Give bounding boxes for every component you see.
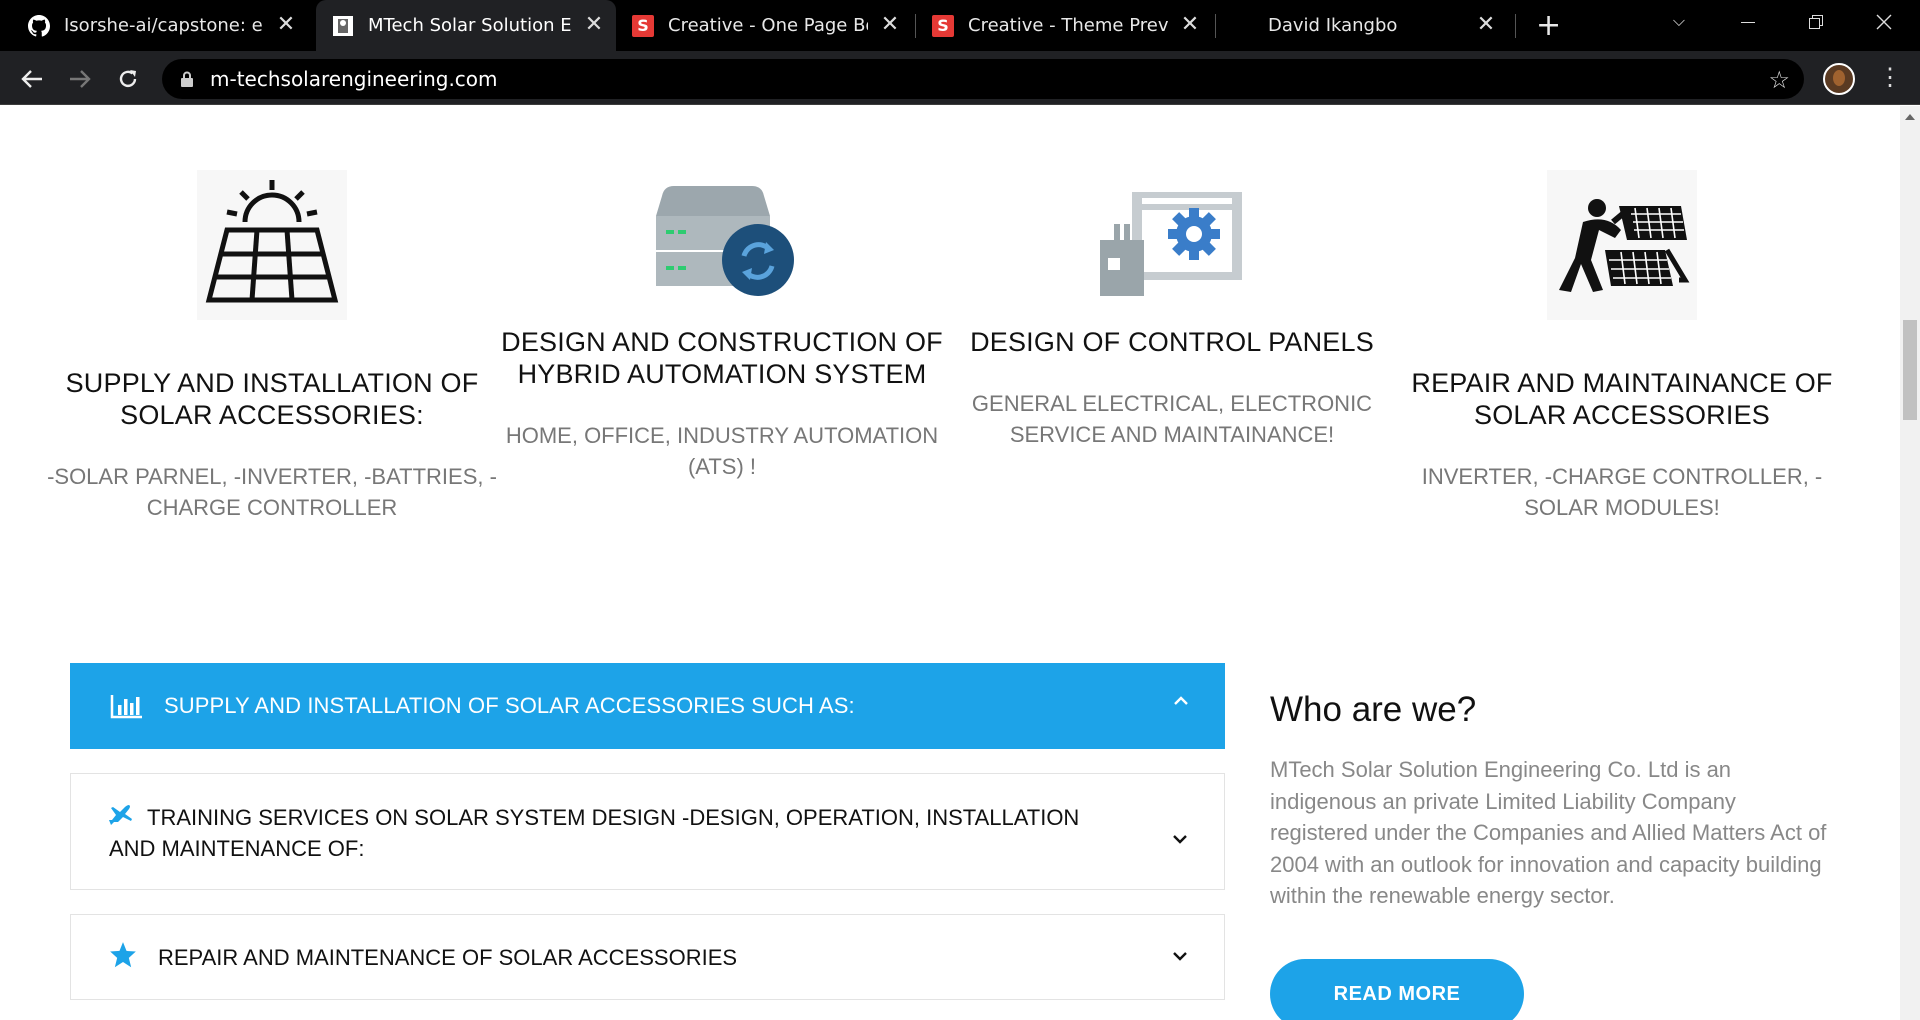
tab-title: Isorshe-ai/capstone: eHA (64, 15, 264, 36)
chevron-down-icon (1173, 952, 1187, 961)
site-favicon (332, 15, 354, 37)
service-title: REPAIR AND MAINTAINANCE OF SOLAR ACCESSO… (1411, 368, 1833, 430)
avatar[interactable] (1823, 63, 1855, 95)
back-icon[interactable] (14, 61, 50, 97)
tab-title: Creative - One Page Boot (668, 15, 868, 36)
reload-icon[interactable] (110, 61, 146, 97)
service-description: INVERTER, -CHARGE CONTROLLER, -SOLAR MOD… (1421, 464, 1823, 520)
accordion-header-repair[interactable]: REPAIR AND MAINTENANCE OF SOLAR ACCESSOR… (70, 914, 1225, 1000)
browser-toolbar: m-techsolarengineering.com ☆ ⋮ (0, 51, 1920, 105)
service-title: DESIGN AND CONSTRUCTION OF HYBRID AUTOMA… (501, 327, 943, 389)
address-bar[interactable]: m-techsolarengineering.com ☆ (162, 59, 1804, 99)
service-card-control-panels: DESIGN OF CONTROL PANELS GENERAL ELECTRI… (947, 170, 1397, 450)
service-card-solar-supply: SUPPLY AND INSTALLATION OF SOLAR ACCESSO… (47, 170, 497, 523)
tab-search-chevron-icon[interactable]: ⌵ (1651, 0, 1707, 44)
url-text: m-techsolarengineering.com (210, 67, 498, 91)
tab-github[interactable]: Isorshe-ai/capstone: eHA ✕ (28, 0, 308, 51)
scrollbar-thumb[interactable] (1903, 320, 1917, 420)
bar-chart-icon (110, 695, 142, 719)
server-sync-icon (642, 170, 802, 320)
star-icon (110, 942, 136, 968)
close-tab-icon[interactable]: ✕ (1178, 13, 1202, 37)
read-more-button[interactable]: READ MORE (1270, 959, 1524, 1020)
accordion-label: TRAINING SERVICES ON SOLAR SYSTEM DESIGN… (109, 805, 1080, 861)
chevron-up-icon (1174, 696, 1188, 705)
s-favicon: S (932, 14, 954, 37)
tab-separator (1215, 14, 1216, 38)
close-tab-icon[interactable]: ✕ (878, 13, 902, 37)
page-scrollbar[interactable] (1900, 106, 1920, 1020)
tab-separator (915, 14, 916, 38)
accordion-label: REPAIR AND MAINTENANCE OF SOLAR ACCESSOR… (158, 945, 738, 970)
s-favicon: S (632, 14, 654, 37)
github-icon (28, 14, 50, 37)
service-card-hybrid-automation: DESIGN AND CONSTRUCTION OF HYBRID AUTOMA… (497, 170, 947, 482)
close-tab-icon[interactable]: ✕ (1474, 13, 1498, 37)
bookmark-star-icon[interactable]: ☆ (1768, 66, 1790, 95)
tab-separator (1515, 14, 1516, 38)
service-card-solar-repair: REPAIR AND MAINTAINANCE OF SOLAR ACCESSO… (1397, 170, 1847, 523)
accordion-label: SUPPLY AND INSTALLATION OF SOLAR ACCESSO… (164, 693, 855, 718)
restore-icon[interactable] (1788, 0, 1844, 44)
chevron-down-icon (1173, 835, 1187, 844)
close-tab-icon[interactable]: ✕ (274, 13, 298, 37)
accordion-header-supply[interactable]: SUPPLY AND INSTALLATION OF SOLAR ACCESSO… (70, 663, 1225, 749)
service-description: HOME, OFFICE, INDUSTRY AUTOMATION (ATS) … (505, 423, 939, 479)
service-title: DESIGN OF CONTROL PANELS (970, 327, 1374, 357)
tab-title: Creative - Theme Preview (968, 15, 1168, 36)
solar-panel-icon (192, 170, 352, 320)
minimize-icon[interactable] (1720, 0, 1776, 44)
tab-david[interactable]: David Ikangbo ✕ (1268, 0, 1508, 51)
new-tab-button[interactable]: + (1536, 0, 1566, 51)
more-menu-icon[interactable]: ⋮ (1878, 63, 1902, 93)
tab-mtech[interactable]: MTech Solar Solution Engi ✕ (316, 0, 616, 51)
tab-creative-preview[interactable]: S Creative - Theme Preview ✕ (932, 0, 1212, 51)
plus-icon: + (1536, 8, 1562, 43)
close-window-icon[interactable] (1856, 0, 1912, 44)
tab-title: MTech Solar Solution Engi (368, 15, 573, 36)
about-section: Who are we? MTech Solar Solution Enginee… (1270, 690, 1830, 912)
page-viewport: SUPPLY AND INSTALLATION OF SOLAR ACCESSO… (0, 106, 1900, 1020)
service-description: GENERAL ELECTRICAL, ELECTRONIC SERVICE A… (971, 391, 1373, 447)
service-title: SUPPLY AND INSTALLATION OF SOLAR ACCESSO… (65, 368, 479, 430)
about-body: MTech Solar Solution Engineering Co. Ltd… (1270, 757, 1827, 908)
service-description: -SOLAR PARNEL, -INVERTER, -BATTRIES, -CH… (47, 464, 497, 520)
browser-tab-strip: Isorshe-ai/capstone: eHA ✕ MTech Solar S… (0, 0, 1920, 51)
close-tab-icon[interactable]: ✕ (582, 13, 606, 37)
about-heading: Who are we? (1270, 690, 1477, 729)
plane-icon (109, 805, 132, 825)
tab-title: David Ikangbo (1268, 15, 1398, 36)
solar-repair-icon (1542, 170, 1702, 320)
forward-icon[interactable] (62, 61, 98, 97)
accordion-header-training[interactable]: TRAINING SERVICES ON SOLAR SYSTEM DESIGN… (70, 773, 1225, 890)
scroll-up-icon[interactable] (1905, 114, 1915, 120)
tab-creative-one-page[interactable]: S Creative - One Page Boot ✕ (632, 0, 912, 51)
lock-icon (181, 71, 193, 87)
control-panel-icon (1092, 170, 1252, 320)
